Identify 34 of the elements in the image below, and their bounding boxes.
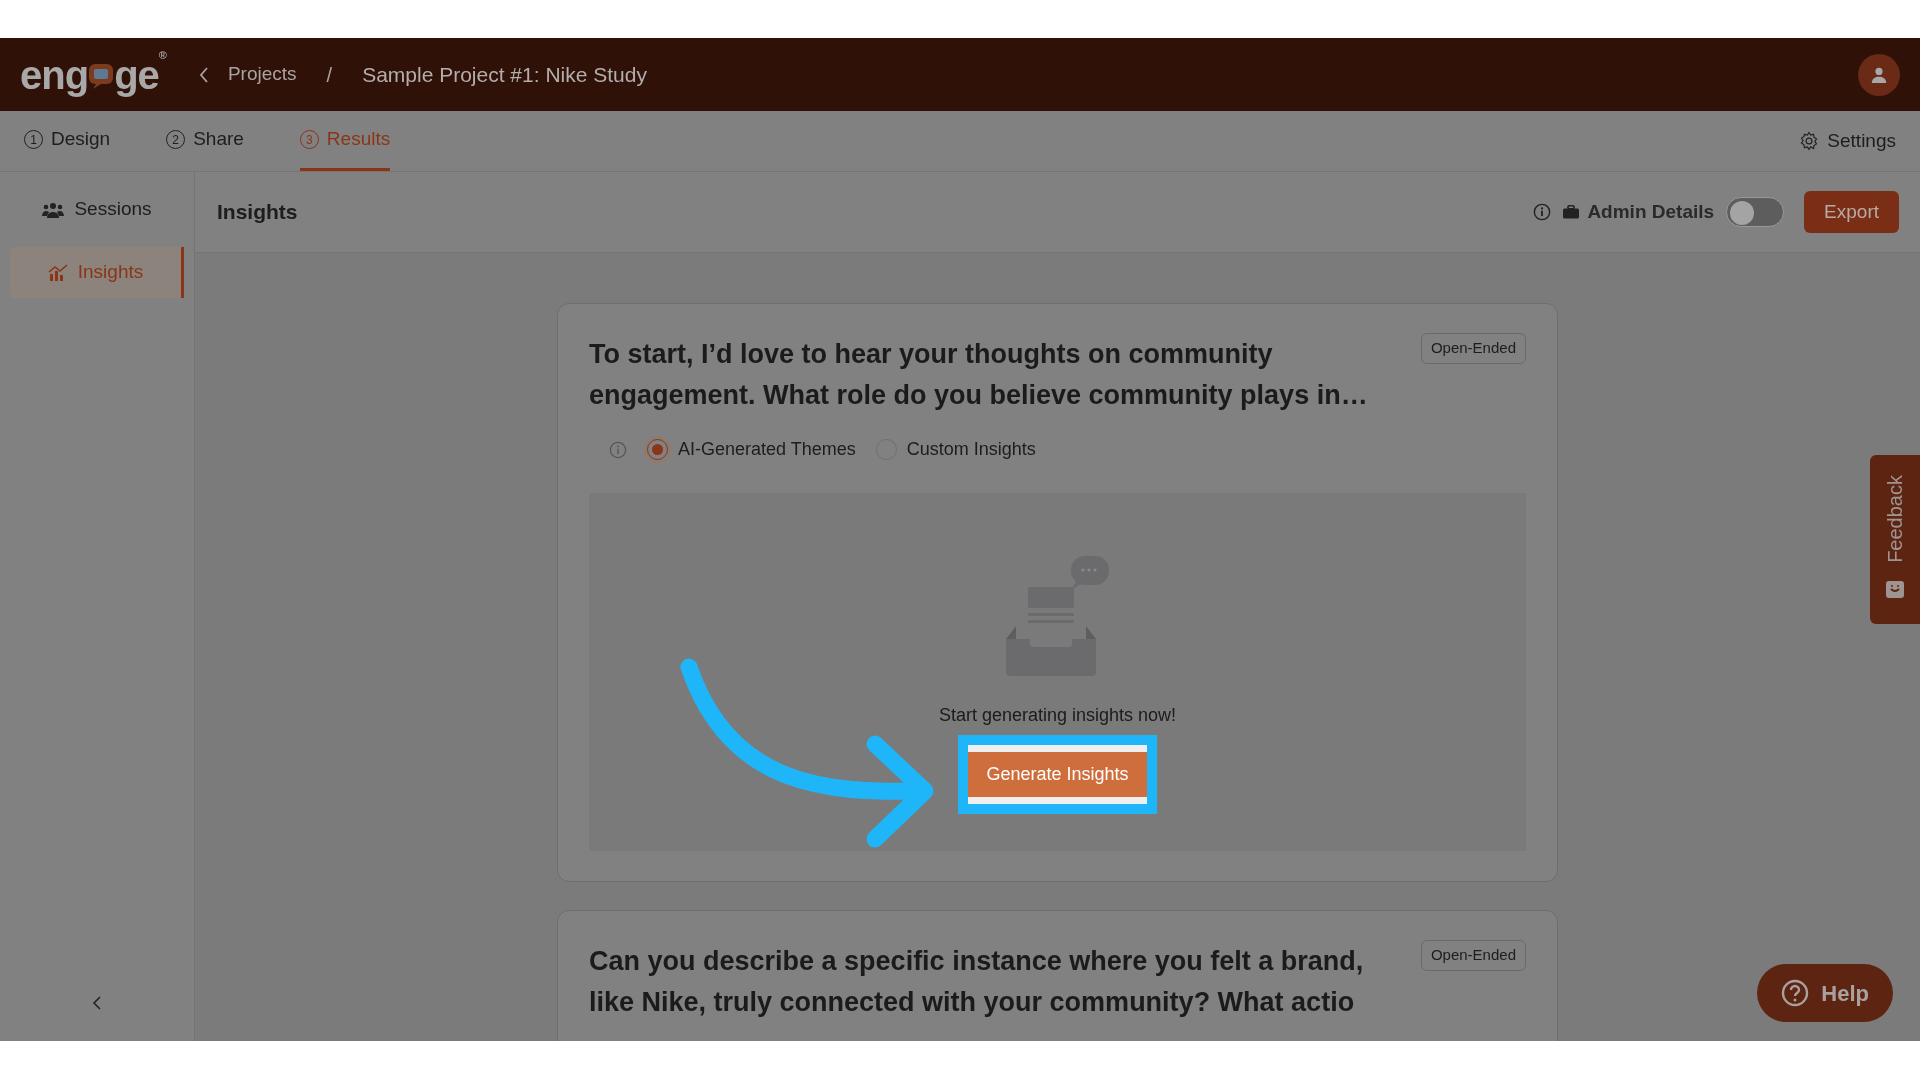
theme-mode-radio[interactable]: AI-Generated Themes: [647, 436, 856, 463]
briefcase-icon: [1563, 205, 1580, 219]
feedback-tab[interactable]: Feedback: [1870, 455, 1920, 624]
question-type-badge: Open-Ended: [1420, 940, 1526, 971]
smiley-icon: [1885, 578, 1905, 599]
people-icon: [42, 200, 65, 219]
question-text: To start, I’d love to hear your thoughts on community engagement. What role do you believe community plays in…: [589, 338, 1369, 412]
generate-insights-button[interactable]: Generate Insights: [968, 752, 1147, 797]
question-text: Can you describe a specific instance where you felt a brand, like Nike, truly connected with your community? What actio: [589, 945, 1365, 1019]
admin-details-toggle[interactable]: [1726, 197, 1785, 227]
theme-mode-radio[interactable]: Custom Insights: [875, 436, 1036, 463]
help-button[interactable]: Help: [1757, 964, 1893, 1022]
settings-button[interactable]: Settings: [1799, 126, 1896, 156]
step-tab[interactable]: 2 Share: [166, 111, 244, 171]
project-title: Sample Project #1: Nike Study: [362, 61, 647, 88]
empty-state-message: Start generating insights now!: [938, 704, 1177, 727]
breadcrumb-link[interactable]: Projects: [227, 60, 297, 89]
step-tab[interactable]: 1 Design: [24, 111, 111, 171]
admin-details-label: Admin Details: [1587, 199, 1715, 224]
avatar-button[interactable]: [1858, 53, 1900, 96]
export-button[interactable]: Export: [1804, 191, 1899, 233]
collapse-icon[interactable]: [91, 995, 103, 1011]
back-icon[interactable]: [197, 65, 210, 84]
sidebar-item[interactable]: Insights: [10, 247, 184, 298]
person-icon: [1870, 65, 1888, 84]
logo[interactable]: eng ge$^{®}$: [20, 49, 166, 100]
sidebar-item[interactable]: Sessions: [10, 184, 184, 235]
question-type-badge: Open-Ended: [1420, 333, 1526, 364]
info-icon[interactable]: [1533, 203, 1552, 221]
help-icon: [1781, 979, 1810, 1007]
settings-icon: [1799, 131, 1820, 151]
chart-icon: [47, 263, 68, 282]
page-title: Insights: [217, 199, 298, 226]
breadcrumb-separator: /: [326, 62, 333, 88]
